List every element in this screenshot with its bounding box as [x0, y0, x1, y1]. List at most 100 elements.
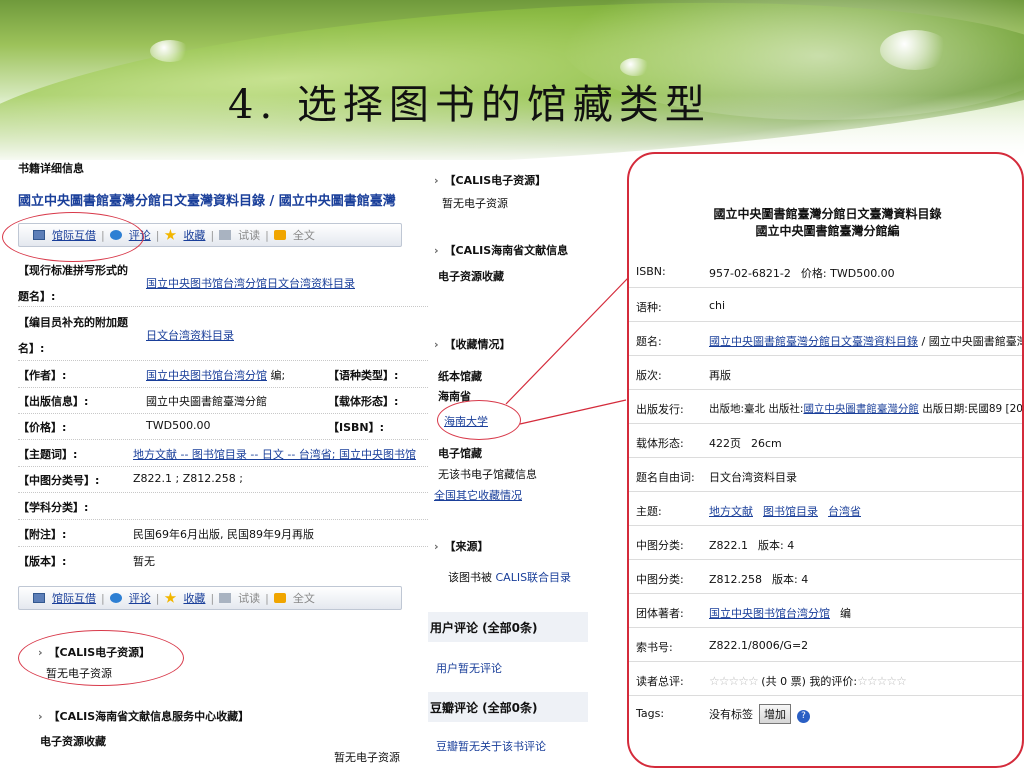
clc-value: Z822.1	[709, 539, 749, 552]
edition-value: 再版	[709, 369, 731, 382]
field-label: 【学科分类】:	[18, 501, 89, 514]
tags-value: 没有标签	[709, 708, 753, 721]
record-row-clc1: 中图分类: Z822.1 版本: 4	[629, 526, 1022, 560]
subject-link[interactable]: 图书馆目录	[763, 505, 818, 518]
field-label: 【版本】:	[18, 555, 67, 568]
field-label: 题名】:	[18, 290, 56, 303]
field-value-link[interactable]: 日文台湾资料目录	[146, 329, 234, 342]
chevron-right-icon: ›	[38, 710, 43, 723]
free-title-value: 日文台湾资料目录	[709, 471, 797, 484]
star-icon	[164, 229, 177, 240]
field-value-link[interactable]: 国立中央图书馆台湾分馆日文台湾资料目录	[146, 277, 355, 290]
row-label: 题名:	[636, 335, 662, 348]
e-holding-label: 电子馆藏	[438, 447, 482, 460]
record-row-physical: 载体形态: 422页 26cm	[629, 424, 1022, 458]
title-link[interactable]: 國立中央圖書館臺灣分館日文臺灣資料目錄	[709, 335, 918, 348]
hainan-eresource-label: 电子资源收藏	[40, 735, 106, 748]
publisher-link[interactable]: 國立中央圖書館臺灣分館	[803, 403, 919, 415]
field-row: 【编目员补充的附加题 名】: 日文台湾资料目录	[18, 314, 428, 355]
record-row-call-number: 索书号: Z822.1/8006/G=2	[629, 628, 1022, 662]
record-row-free-title: 题名自由词: 日文台湾资料目录	[629, 458, 1022, 492]
highlight-ellipse-calis	[18, 630, 184, 686]
field-label: 【中图分类号】:	[18, 474, 100, 487]
field-label: 名】:	[18, 342, 45, 355]
hainan-holding-head: › 【CALIS海南省文献信息服务中心收藏】	[38, 710, 250, 723]
vote-count: (共 0 票)	[761, 675, 806, 688]
highlight-ellipse-university	[437, 400, 521, 440]
record-row-publication: 出版发行: 出版地:臺北 出版社:國立中央圖書館臺灣分館 出版日期:民國89 […	[629, 390, 1022, 424]
calis-union-catalog-link[interactable]: CALIS联合目录	[496, 571, 572, 584]
subject-link[interactable]: 地方文献 -- 图书馆目录 -- 日文 -- 台湾省; 国立中央图书馆	[133, 448, 416, 461]
record-row-isbn: ISBN: 957-02-6821-2 价格: TWD500.00	[629, 254, 1022, 288]
subject-link[interactable]: 地方文献	[709, 505, 753, 518]
slide-title: 4. 选择图书的馆藏类型	[228, 82, 711, 128]
field-value: 民国69年6月出版, 民国89年9月再版	[133, 528, 314, 541]
clc-value: Z812.258	[709, 573, 763, 586]
calis-eresource-head: › 【CALIS电子资源】	[434, 174, 547, 187]
record-zoom-panel: 國立中央圖書館臺灣分館日文臺灣資料目錄 國立中央圖書館臺灣分館編 ISBN: 9…	[627, 152, 1024, 768]
subject-link[interactable]: 台湾省	[828, 505, 861, 518]
field-label: 【附注】:	[18, 528, 67, 541]
clc-edition: 4	[801, 573, 809, 586]
ill-link[interactable]: 馆际互借	[52, 590, 96, 606]
record-row-clc2: 中图分类: Z812.258 版本: 4	[629, 560, 1022, 594]
field-label: 【出版信息】:	[18, 395, 89, 408]
row-label: 团体著者:	[636, 607, 684, 620]
field-value: 國立中央圖書館臺灣分館	[146, 395, 267, 408]
record-row-subject: 主题: 地方文献 图书馆目录 台湾省	[629, 492, 1022, 526]
douban-comments-none: 豆瓣暂无关于该书评论	[436, 740, 546, 753]
author-role: 编	[840, 607, 851, 620]
fulltext-icon	[273, 593, 286, 603]
record-row-corporate-author: 团体著者: 国立中央图书馆台湾分馆编	[629, 594, 1022, 628]
clc-edition: 4	[787, 539, 795, 552]
my-rating-stars-icon[interactable]: ☆☆☆☆☆	[857, 674, 907, 688]
favorite-link[interactable]: 收藏	[183, 590, 205, 606]
row-label: 载体形态:	[636, 437, 684, 450]
e-holding-none: 无该书电子馆藏信息	[438, 468, 537, 481]
book-icon	[219, 593, 232, 603]
library-icon	[33, 593, 45, 603]
size-value: 26cm	[751, 437, 782, 450]
place-value: 臺北	[744, 403, 766, 415]
pages-value: 422页	[709, 437, 741, 450]
holding-status-head: › 【收藏情况】	[434, 338, 511, 351]
user-comments-none: 用户暂无评论	[436, 662, 502, 675]
highlight-ellipse-toolbar	[2, 212, 144, 262]
field-label: 【价格】:	[18, 421, 67, 434]
user-comments-head: 用户评论 (全部0条)	[428, 612, 588, 642]
calis-eresource-none: 暂无电子资源	[442, 197, 508, 210]
book-icon	[219, 230, 232, 240]
fulltext-icon	[273, 230, 286, 240]
water-drop	[150, 40, 190, 62]
row-label: 中图分类:	[636, 539, 684, 552]
my-rating-label: 我的评价:	[809, 675, 858, 688]
help-icon[interactable]: ?	[797, 710, 810, 723]
star-icon	[164, 592, 177, 603]
field-label: 【载体形态】:	[328, 395, 399, 408]
paper-holding-label: 纸本馆藏	[438, 370, 482, 383]
record-title-line2: 國立中央圖書館臺灣分館編	[755, 224, 900, 238]
douban-comments-head: 豆瓣评论 (全部0条)	[428, 692, 588, 722]
field-label: 【作者】:	[18, 369, 67, 382]
fulltext-label: 全文	[292, 592, 315, 605]
national-holding-link[interactable]: 全国其它收藏情况	[434, 487, 522, 503]
field-value: Z822.1 ; Z812.258 ;	[133, 472, 243, 485]
field-value: 暂无	[133, 555, 155, 568]
field-row: 【现行标准拼写形式的 题名】: 国立中央图书馆台湾分馆日文台湾资料目录	[18, 262, 428, 303]
field-label: 【现行标准拼写形式的	[18, 264, 128, 277]
fulltext-label: 全文	[292, 229, 315, 242]
book-title-link[interactable]: 國立中央圖書館臺灣分館日文臺灣資料目錄 / 國立中央圖書館臺灣	[18, 190, 428, 209]
author-link[interactable]: 国立中央图书馆台湾分馆	[146, 369, 267, 382]
favorite-link[interactable]: 收藏	[183, 227, 205, 243]
price-label: 价格:	[800, 267, 827, 280]
record-title-line1: 國立中央圖書館臺灣分館日文臺灣資料目錄	[713, 207, 942, 221]
record-row-rating: 读者总评: ☆☆☆☆☆ (共 0 票) 我的评价:☆☆☆☆☆	[629, 662, 1022, 696]
row-label: 题名自由词:	[636, 471, 695, 484]
comment-link[interactable]: 评论	[129, 590, 151, 606]
chevron-right-icon: ›	[434, 244, 439, 257]
record-row-language: 语种: chi	[629, 288, 1022, 322]
record-title: 國立中央圖書館臺灣分館日文臺灣資料目錄 國立中央圖書館臺灣分館編	[629, 206, 1022, 240]
source-head: › 【来源】	[434, 540, 489, 553]
add-tag-button[interactable]: 增加	[759, 704, 791, 724]
corporate-author-link[interactable]: 国立中央图书馆台湾分馆	[709, 607, 830, 620]
